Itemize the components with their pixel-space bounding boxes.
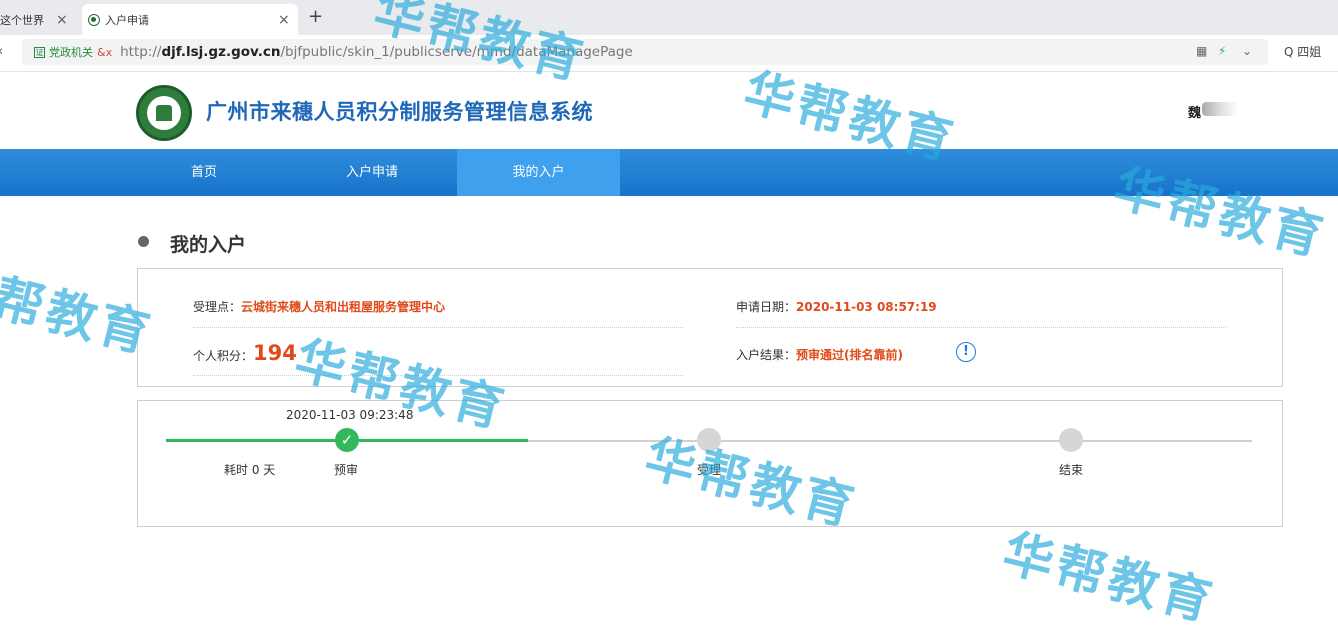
step-label-preliminary: 预审 [334,463,359,477]
search-button[interactable]: Q 四姐 [1284,43,1321,60]
result-row: 入户结果：预审通过(排名靠前) [736,346,903,363]
section-bullet-icon [138,236,149,247]
url-scheme: http:// [120,44,162,60]
elapsed-time: 耗时 0 天 [224,463,276,477]
nav-item-apply[interactable]: 入户申请 [292,149,452,196]
info-icon[interactable]: ! [956,342,976,362]
insecure-icon[interactable]: &x [97,46,112,59]
step-check-icon: ✓ [335,428,359,452]
step-label-end: 结束 [1059,463,1084,477]
office-label: 受理点： [193,300,242,314]
close-icon[interactable]: × [278,12,290,28]
section-title: 我的入户 [170,234,247,256]
step-timestamp: 2020-11-03 09:23:48 [286,408,414,422]
tab-title: 这个世界 [0,13,44,27]
lightning-icon[interactable]: ⚡ [1218,44,1226,58]
step-label-accept: 受理 [697,463,722,477]
divider [193,375,683,376]
certificate-icon[interactable]: 证 [34,46,45,58]
new-tab-button[interactable]: + [308,6,323,27]
nav-item-my-application[interactable]: 我的入户 [457,149,620,196]
site-title: 广州市来穗人员积分制服务管理信息系统 [206,100,593,124]
close-icon[interactable]: × [56,12,68,28]
user-name[interactable]: 魏 [1188,102,1201,121]
watermark: 华帮教育 [997,523,1221,633]
score-label: 个人积分： [193,349,254,363]
site-favicon-icon [88,13,100,26]
address-bar: ‹ 证 党政机关 &x http:// djf.lsj.gz.gov.cn /b… [0,35,1338,72]
tab-title: 入户申请 [105,13,149,27]
result-label: 入户结果： [736,348,797,362]
office-row: 受理点：云城街来穗人员和出租屋服务管理中心 [193,298,445,315]
browser-tab-bar: 这个世界 × 入户申请 × + [0,0,1338,35]
browser-tab[interactable]: 这个世界 × [0,4,80,35]
date-value: 2020-11-03 08:57:19 [796,300,937,314]
office-value: 云城街来穗人员和出租屋服务管理中心 [241,300,446,314]
date-row: 申请日期：2020-11-03 08:57:19 [736,298,937,315]
back-arrow-icon[interactable]: ‹ [0,44,3,59]
url-path: /bjfpublic/skin_1/publicserve/mmd/dataMa… [280,44,633,60]
browser-tab-active[interactable]: 入户申请 × [82,4,298,35]
divider [193,327,683,328]
divider [736,327,1226,328]
main-nav: 首页 入户申请 我的入户 [0,149,1338,196]
user-name-redacted [1202,102,1238,116]
step-pending-dot [697,428,721,452]
score-value: 194 [253,341,297,365]
site-logo [136,85,192,141]
score-row: 个人积分：194 [193,341,297,365]
qr-code-icon[interactable]: ▦ [1196,44,1207,58]
chevron-down-icon[interactable]: ⌄ [1242,44,1252,58]
date-label: 申请日期： [736,300,797,314]
url-host: djf.lsj.gz.gov.cn [161,44,281,60]
step-pending-dot [1059,428,1083,452]
result-value: 预审通过(排名靠前) [796,348,903,362]
nav-item-home[interactable]: 首页 [124,149,284,196]
certificate-label: 党政机关 [49,46,93,59]
url-field[interactable]: 证 党政机关 &x http:// djf.lsj.gz.gov.cn /bjf… [22,39,1268,65]
